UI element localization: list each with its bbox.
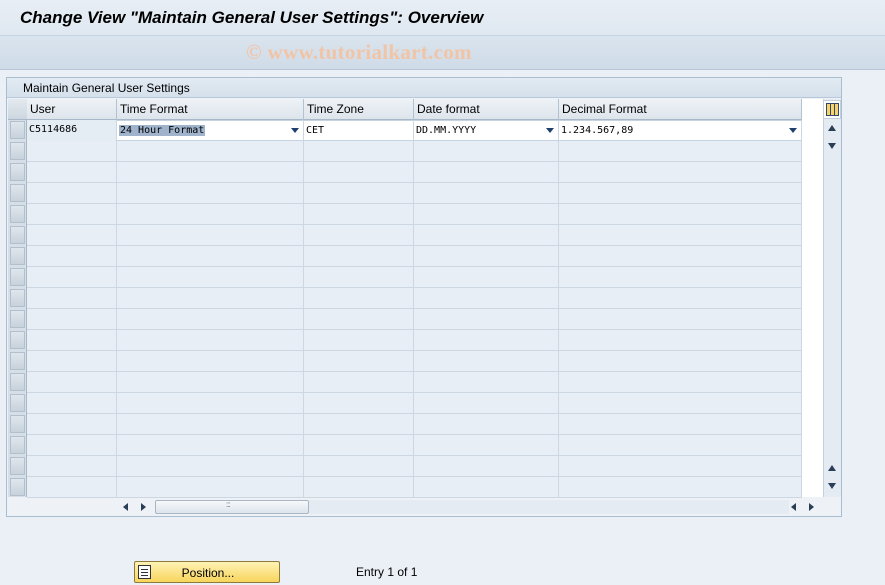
table-row	[27, 414, 802, 435]
scroll-down-icon[interactable]	[828, 483, 836, 489]
scroll-up-icon[interactable]	[828, 465, 836, 471]
horizontal-scrollbar[interactable]	[117, 499, 825, 515]
row-selector[interactable]	[10, 289, 25, 307]
table-row	[27, 477, 802, 498]
select-all-button[interactable]	[8, 99, 27, 120]
time-zone-field[interactable]: CET	[304, 120, 413, 141]
row-selector[interactable]	[10, 226, 25, 244]
decimal-format-value: 1.234.567,89	[561, 125, 634, 136]
row-selector[interactable]	[10, 310, 25, 328]
settings-table: User Time Format Time Zone Date format D…	[8, 99, 841, 498]
scroll-left-icon[interactable]	[791, 503, 796, 511]
dropdown-arrow-icon[interactable]	[546, 128, 554, 133]
horizontal-scroll-thumb[interactable]	[155, 500, 309, 514]
column-header-decimal-format[interactable]: Decimal Format	[559, 99, 802, 120]
group-title-bar: Maintain General User Settings	[7, 78, 841, 98]
column-header-user[interactable]: User	[27, 99, 117, 120]
date-format-dropdown[interactable]: DD.MM.YYYY	[414, 120, 558, 141]
table-row	[27, 141, 802, 162]
decimal-format-dropdown[interactable]: 1.234.567,89	[559, 120, 801, 141]
scroll-right-icon[interactable]	[141, 503, 146, 511]
row-selector[interactable]	[10, 142, 25, 160]
row-selector[interactable]	[10, 394, 25, 412]
table-row	[27, 162, 802, 183]
page-title: Change View "Maintain General User Setti…	[20, 8, 484, 27]
row-selector-column	[8, 99, 27, 497]
table-body	[27, 120, 802, 498]
row-selector[interactable]	[10, 457, 25, 475]
table-row	[27, 456, 802, 477]
group-title: Maintain General User Settings	[23, 81, 190, 95]
row-selector[interactable]	[10, 331, 25, 349]
table-row	[27, 435, 802, 456]
vertical-scrollbar[interactable]	[823, 99, 841, 497]
application-toolbar: © www.tutorialkart.com	[0, 36, 885, 70]
table-row	[27, 309, 802, 330]
scroll-left-icon[interactable]	[123, 503, 128, 511]
row-selector[interactable]	[10, 352, 25, 370]
table-row	[27, 267, 802, 288]
table-row	[27, 351, 802, 372]
time-format-value: 24 Hour Format	[119, 125, 206, 136]
row-selector[interactable]	[10, 373, 25, 391]
row-selector[interactable]	[10, 415, 25, 433]
watermark: © www.tutorialkart.com	[246, 40, 472, 64]
column-header-date-format[interactable]: Date format	[414, 99, 559, 120]
scroll-right-icon[interactable]	[809, 503, 814, 511]
table-row	[27, 246, 802, 267]
table-row	[27, 204, 802, 225]
scroll-down-icon[interactable]	[828, 143, 836, 149]
position-button[interactable]: Position...	[134, 561, 280, 583]
table-row	[27, 288, 802, 309]
row-selector[interactable]	[10, 268, 25, 286]
date-format-value: DD.MM.YYYY	[416, 125, 477, 136]
position-button-label: Position...	[181, 566, 235, 580]
entry-counter: Entry 1 of 1	[356, 565, 418, 579]
row-selector[interactable]	[10, 247, 25, 265]
column-settings-icon	[826, 103, 839, 116]
table-row	[27, 183, 802, 204]
row-selector[interactable]	[10, 478, 25, 496]
row-selector[interactable]	[10, 184, 25, 202]
table-row	[27, 372, 802, 393]
time-format-dropdown[interactable]: 24 Hour Format	[117, 120, 303, 141]
table-header: User Time Format Time Zone Date format D…	[27, 99, 802, 120]
table-row	[27, 393, 802, 414]
column-settings-button[interactable]	[823, 100, 841, 119]
row-selector[interactable]	[10, 163, 25, 181]
cell-user: C5114686	[27, 120, 116, 141]
row-selector[interactable]	[10, 436, 25, 454]
dropdown-arrow-icon[interactable]	[291, 128, 299, 133]
title-bar: Change View "Maintain General User Setti…	[0, 0, 885, 36]
horizontal-scroll-track[interactable]	[309, 500, 789, 514]
table-row	[27, 225, 802, 246]
column-header-time-zone[interactable]: Time Zone	[304, 99, 414, 120]
scroll-up-icon[interactable]	[828, 125, 836, 131]
table-row-first: C5114686 24 Hour Format CET DD.MM.YYYY 1…	[27, 120, 802, 141]
row-selector[interactable]	[10, 121, 25, 139]
column-header-time-format[interactable]: Time Format	[117, 99, 304, 120]
row-selector[interactable]	[10, 205, 25, 223]
table-row	[27, 330, 802, 351]
group-box: Maintain General User Settings User Time…	[6, 77, 842, 517]
dropdown-arrow-icon[interactable]	[789, 128, 797, 133]
